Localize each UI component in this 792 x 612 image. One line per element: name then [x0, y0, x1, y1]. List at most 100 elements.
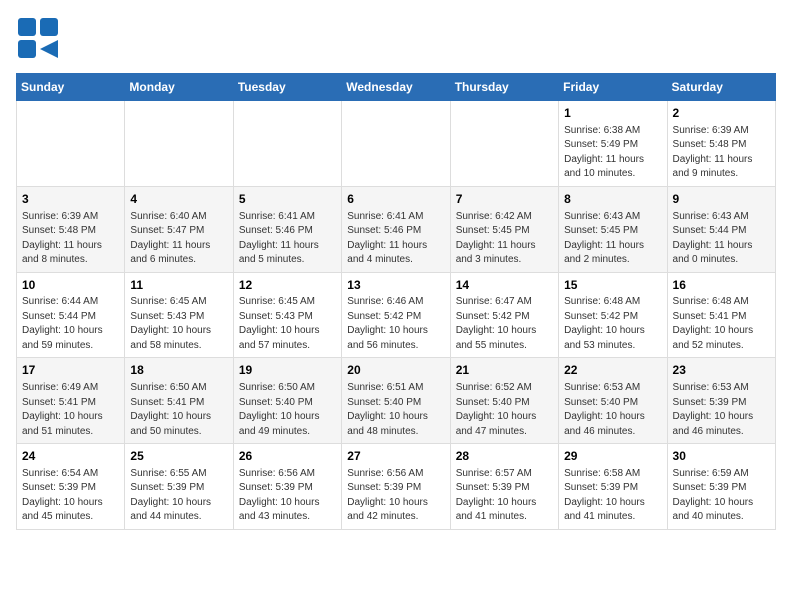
calendar-cell: 2 Sunrise: 6:39 AM Sunset: 5:48 PM Daylig… [667, 101, 775, 187]
calendar-cell: 3 Sunrise: 6:39 AM Sunset: 5:48 PM Daylig… [17, 186, 125, 272]
day-number: 4 [130, 191, 227, 208]
day-number: 6 [347, 191, 444, 208]
day-number: 8 [564, 191, 661, 208]
calendar-week-5: 24 Sunrise: 6:54 AM Sunset: 5:39 PM Dayli… [17, 444, 776, 530]
logo-icon [16, 16, 60, 65]
day-number: 14 [456, 277, 553, 294]
day-number: 11 [130, 277, 227, 294]
day-number: 3 [22, 191, 119, 208]
day-info: Sunrise: 6:57 AM Sunset: 5:39 PM Dayligh… [456, 467, 553, 525]
calendar-cell: 27 Sunrise: 6:56 AM Sunset: 5:39 PM Dayli… [342, 444, 450, 530]
calendar-cell [17, 101, 125, 187]
day-number: 5 [239, 191, 336, 208]
day-number: 12 [239, 277, 336, 294]
day-number: 23 [673, 362, 770, 379]
day-info: Sunrise: 6:56 AM Sunset: 5:39 PM Dayligh… [239, 467, 336, 525]
day-info: Sunrise: 6:38 AM Sunset: 5:49 PM Dayligh… [564, 124, 661, 182]
calendar-cell: 28 Sunrise: 6:57 AM Sunset: 5:39 PM Dayli… [450, 444, 558, 530]
calendar-cell: 14Sunrise: 6:47 AM Sunset: 5:42 PM Dayli… [450, 272, 558, 358]
day-info: Sunrise: 6:39 AM Sunset: 5:48 PM Dayligh… [22, 210, 119, 268]
calendar-cell: 20Sunrise: 6:51 AM Sunset: 5:40 PM Dayli… [342, 358, 450, 444]
day-number: 2 [673, 105, 770, 122]
calendar-cell: 9 Sunrise: 6:43 AM Sunset: 5:44 PM Daylig… [667, 186, 775, 272]
calendar-cell: 7 Sunrise: 6:42 AM Sunset: 5:45 PM Daylig… [450, 186, 558, 272]
day-info: Sunrise: 6:50 AM Sunset: 5:41 PM Dayligh… [130, 381, 227, 439]
calendar-week-2: 3 Sunrise: 6:39 AM Sunset: 5:48 PM Daylig… [17, 186, 776, 272]
calendar-week-4: 17 Sunrise: 6:49 AM Sunset: 5:41 PM Dayli… [17, 358, 776, 444]
day-number: 21 [456, 362, 553, 379]
day-number: 26 [239, 448, 336, 465]
day-number: 19 [239, 362, 336, 379]
calendar-cell: 29Sunrise: 6:58 AM Sunset: 5:39 PM Dayli… [559, 444, 667, 530]
day-info: Sunrise: 6:44 AM Sunset: 5:44 PM Dayligh… [22, 295, 119, 353]
weekday-header-tuesday: Tuesday [233, 74, 341, 101]
calendar-cell: 10Sunrise: 6:44 AM Sunset: 5:44 PM Dayli… [17, 272, 125, 358]
calendar-cell: 15Sunrise: 6:48 AM Sunset: 5:42 PM Dayli… [559, 272, 667, 358]
calendar-cell [450, 101, 558, 187]
calendar-cell [233, 101, 341, 187]
calendar-cell: 30 Sunrise: 6:59 AM Sunset: 5:39 PM Dayli… [667, 444, 775, 530]
calendar-week-1: 1 Sunrise: 6:38 AM Sunset: 5:49 PM Daylig… [17, 101, 776, 187]
calendar-cell: 6 Sunrise: 6:41 AM Sunset: 5:46 PM Daylig… [342, 186, 450, 272]
day-info: Sunrise: 6:46 AM Sunset: 5:42 PM Dayligh… [347, 295, 444, 353]
calendar-cell [342, 101, 450, 187]
day-info: Sunrise: 6:50 AM Sunset: 5:40 PM Dayligh… [239, 381, 336, 439]
day-info: Sunrise: 6:53 AM Sunset: 5:40 PM Dayligh… [564, 381, 661, 439]
day-number: 25 [130, 448, 227, 465]
day-info: Sunrise: 6:47 AM Sunset: 5:42 PM Dayligh… [456, 295, 553, 353]
day-info: Sunrise: 6:43 AM Sunset: 5:45 PM Dayligh… [564, 210, 661, 268]
day-info: Sunrise: 6:45 AM Sunset: 5:43 PM Dayligh… [239, 295, 336, 353]
day-number: 24 [22, 448, 119, 465]
calendar-header: SundayMondayTuesdayWednesdayThursdayFrid… [17, 74, 776, 101]
weekday-header-sunday: Sunday [17, 74, 125, 101]
day-info: Sunrise: 6:53 AM Sunset: 5:39 PM Dayligh… [673, 381, 770, 439]
day-number: 28 [456, 448, 553, 465]
day-number: 9 [673, 191, 770, 208]
calendar-cell: 16Sunrise: 6:48 AM Sunset: 5:41 PM Dayli… [667, 272, 775, 358]
day-info: Sunrise: 6:39 AM Sunset: 5:48 PM Dayligh… [673, 124, 770, 182]
calendar-cell: 23 Sunrise: 6:53 AM Sunset: 5:39 PM Dayli… [667, 358, 775, 444]
day-number: 15 [564, 277, 661, 294]
weekday-header-friday: Friday [559, 74, 667, 101]
day-number: 10 [22, 277, 119, 294]
calendar-cell: 18 Sunrise: 6:50 AM Sunset: 5:41 PM Dayli… [125, 358, 233, 444]
day-number: 27 [347, 448, 444, 465]
day-info: Sunrise: 6:54 AM Sunset: 5:39 PM Dayligh… [22, 467, 119, 525]
day-number: 22 [564, 362, 661, 379]
calendar-cell: 8 Sunrise: 6:43 AM Sunset: 5:45 PM Daylig… [559, 186, 667, 272]
day-info: Sunrise: 6:42 AM Sunset: 5:45 PM Dayligh… [456, 210, 553, 268]
calendar-cell: 4 Sunrise: 6:40 AM Sunset: 5:47 PM Daylig… [125, 186, 233, 272]
day-info: Sunrise: 6:49 AM Sunset: 5:41 PM Dayligh… [22, 381, 119, 439]
day-number: 7 [456, 191, 553, 208]
calendar-week-3: 10Sunrise: 6:44 AM Sunset: 5:44 PM Dayli… [17, 272, 776, 358]
day-info: Sunrise: 6:59 AM Sunset: 5:39 PM Dayligh… [673, 467, 770, 525]
calendar-cell: 22 Sunrise: 6:53 AM Sunset: 5:40 PM Dayli… [559, 358, 667, 444]
calendar-cell: 11Sunrise: 6:45 AM Sunset: 5:43 PM Dayli… [125, 272, 233, 358]
calendar: SundayMondayTuesdayWednesdayThursdayFrid… [16, 73, 776, 530]
calendar-cell: 1 Sunrise: 6:38 AM Sunset: 5:49 PM Daylig… [559, 101, 667, 187]
logo [16, 16, 64, 65]
day-info: Sunrise: 6:41 AM Sunset: 5:46 PM Dayligh… [347, 210, 444, 268]
day-info: Sunrise: 6:55 AM Sunset: 5:39 PM Dayligh… [130, 467, 227, 525]
day-info: Sunrise: 6:58 AM Sunset: 5:39 PM Dayligh… [564, 467, 661, 525]
day-info: Sunrise: 6:45 AM Sunset: 5:43 PM Dayligh… [130, 295, 227, 353]
day-info: Sunrise: 6:51 AM Sunset: 5:40 PM Dayligh… [347, 381, 444, 439]
calendar-cell: 19 Sunrise: 6:50 AM Sunset: 5:40 PM Dayli… [233, 358, 341, 444]
day-number: 30 [673, 448, 770, 465]
day-info: Sunrise: 6:41 AM Sunset: 5:46 PM Dayligh… [239, 210, 336, 268]
day-number: 1 [564, 105, 661, 122]
day-number: 18 [130, 362, 227, 379]
day-number: 17 [22, 362, 119, 379]
calendar-cell: 12Sunrise: 6:45 AM Sunset: 5:43 PM Dayli… [233, 272, 341, 358]
header [16, 16, 776, 65]
calendar-cell: 25 Sunrise: 6:55 AM Sunset: 5:39 PM Dayli… [125, 444, 233, 530]
calendar-cell: 13Sunrise: 6:46 AM Sunset: 5:42 PM Dayli… [342, 272, 450, 358]
weekday-header-saturday: Saturday [667, 74, 775, 101]
day-number: 13 [347, 277, 444, 294]
calendar-cell: 5 Sunrise: 6:41 AM Sunset: 5:46 PM Daylig… [233, 186, 341, 272]
day-info: Sunrise: 6:56 AM Sunset: 5:39 PM Dayligh… [347, 467, 444, 525]
day-info: Sunrise: 6:40 AM Sunset: 5:47 PM Dayligh… [130, 210, 227, 268]
day-info: Sunrise: 6:43 AM Sunset: 5:44 PM Dayligh… [673, 210, 770, 268]
day-info: Sunrise: 6:48 AM Sunset: 5:42 PM Dayligh… [564, 295, 661, 353]
weekday-header-wednesday: Wednesday [342, 74, 450, 101]
